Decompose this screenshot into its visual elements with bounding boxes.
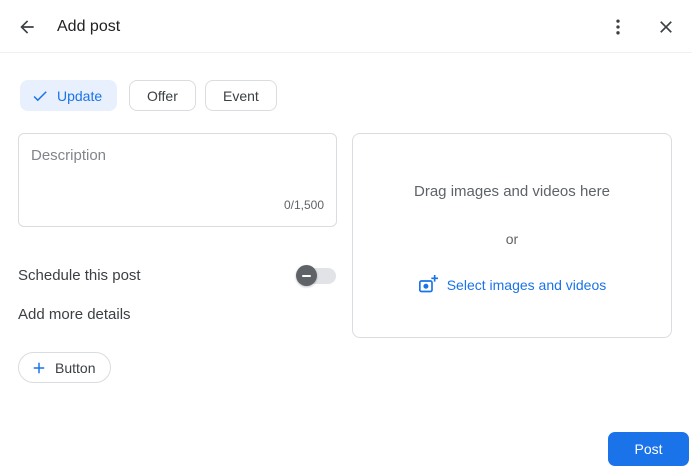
chip-label-offer: Offer bbox=[147, 87, 178, 104]
chip-label-event: Event bbox=[223, 87, 259, 104]
close-icon bbox=[660, 21, 672, 33]
add-button-chip[interactable]: Button bbox=[18, 352, 112, 383]
add-button-chip-label: Button bbox=[55, 359, 96, 376]
description-box: 0/1,500 bbox=[18, 133, 337, 227]
description-input[interactable] bbox=[19, 134, 336, 190]
dialog-header: Add post bbox=[0, 0, 692, 53]
media-dropzone[interactable]: Drag images and videos here or Select im… bbox=[352, 133, 672, 338]
toggle-thumb bbox=[296, 265, 317, 286]
dropzone-drag-text: Drag images and videos here bbox=[414, 183, 610, 200]
minus-icon bbox=[302, 274, 311, 277]
select-media-link[interactable]: Select images and videos bbox=[353, 275, 671, 295]
add-photo-icon bbox=[418, 275, 438, 293]
schedule-toggle[interactable] bbox=[296, 265, 337, 286]
kebab-menu-icon bbox=[616, 19, 620, 35]
add-more-details-link[interactable]: Add more details bbox=[18, 306, 131, 323]
close-button[interactable] bbox=[654, 15, 678, 39]
character-counter: 0/1,500 bbox=[283, 198, 324, 212]
select-media-label: Select images and videos bbox=[446, 277, 607, 293]
schedule-post-label: Schedule this post bbox=[18, 267, 141, 284]
back-button[interactable] bbox=[15, 15, 39, 39]
post-button[interactable]: Post bbox=[608, 432, 689, 466]
chip-label-update: Update bbox=[57, 87, 103, 104]
page-title: Add post bbox=[57, 18, 121, 35]
dropzone-or-text: or bbox=[505, 231, 519, 247]
overflow-menu-button[interactable] bbox=[606, 15, 630, 39]
arrow-left-icon bbox=[20, 20, 34, 34]
post-type-chip-update[interactable]: Update bbox=[20, 80, 118, 111]
add-post-dialog: Add post Update Offer Event 0/1,500 Drag… bbox=[0, 0, 692, 469]
post-type-chip-offer[interactable]: Offer bbox=[129, 80, 196, 111]
checkmark-icon bbox=[33, 90, 47, 101]
post-type-chip-event[interactable]: Event bbox=[205, 80, 277, 111]
plus-icon bbox=[33, 362, 45, 373]
